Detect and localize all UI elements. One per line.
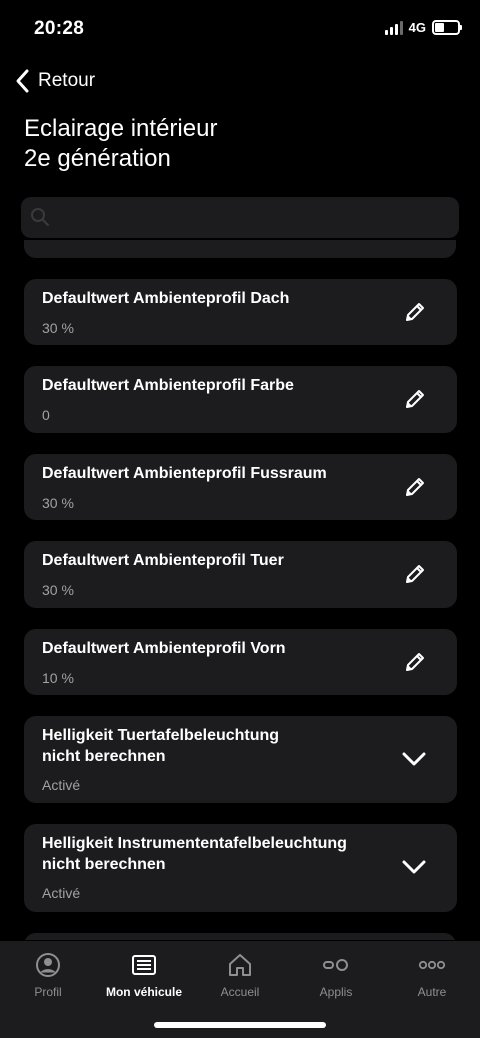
edit-icon[interactable] <box>403 475 427 499</box>
list-item[interactable]: Defaultwert Ambienteprofil Vorn 10 % <box>24 629 457 695</box>
status-indicators: 4G <box>384 20 462 35</box>
item-value: 30 % <box>42 582 74 598</box>
tab-applis[interactable]: Applis <box>288 951 384 999</box>
item-title-line2: nicht berechnen <box>42 748 166 765</box>
edit-icon[interactable] <box>403 300 427 324</box>
profile-icon <box>36 953 60 977</box>
tab-autre[interactable]: Autre <box>384 951 480 999</box>
edit-icon[interactable] <box>403 562 427 586</box>
signal-icon <box>384 20 403 35</box>
list-item[interactable]: Helligkeit Instrumententafelbeleuchtung … <box>24 824 457 912</box>
item-title: Defaultwert Ambienteprofil Vorn <box>42 640 286 657</box>
tab-label: Autre <box>417 985 447 999</box>
edit-icon[interactable] <box>403 387 427 411</box>
list-item[interactable] <box>24 240 456 258</box>
item-value: 10 % <box>42 670 74 686</box>
tab-label: Mon véhicule <box>105 985 182 999</box>
item-title: Helligkeit Instrumententafelbeleuchtung … <box>42 833 387 875</box>
item-value: Activé <box>42 885 81 901</box>
tab-label: Applis <box>319 985 353 999</box>
page-title: Eclairage intérieur 2e génération <box>24 114 444 174</box>
item-title: Defaultwert Ambienteprofil Fussraum <box>42 465 327 482</box>
page-title-line2: 2e génération <box>24 145 171 172</box>
item-title-line1: Helligkeit Instrumententafelbeleuchtung <box>42 835 347 852</box>
search-input[interactable] <box>21 197 459 238</box>
item-title-line1: Helligkeit Tuertafelbeleuchtung <box>42 727 280 744</box>
home-indicator <box>154 1022 326 1028</box>
tab-profil[interactable]: Profil <box>0 951 96 999</box>
battery-icon <box>432 20 462 35</box>
vehicle-list-icon <box>132 955 156 975</box>
list-item[interactable]: Defaultwert Ambienteprofil Fussraum 30 % <box>24 454 457 520</box>
chevron-down-icon[interactable] <box>401 857 427 877</box>
item-title: Helligkeit Tuertafelbeleuchtung nicht be… <box>42 725 387 767</box>
item-value: 30 % <box>42 320 74 336</box>
item-title: Defaultwert Ambienteprofil Tuer <box>42 552 284 569</box>
item-value: Activé <box>42 777 81 793</box>
list-item[interactable]: Defaultwert Ambienteprofil Tuer 30 % <box>24 541 457 608</box>
list-item[interactable] <box>24 933 456 940</box>
list-item[interactable]: Defaultwert Ambienteprofil Dach 30 % <box>24 279 457 345</box>
tab-label: Accueil <box>220 985 260 999</box>
chevron-left-icon <box>16 69 29 93</box>
item-value: 30 % <box>42 495 74 511</box>
tab-accueil[interactable]: Accueil <box>192 951 288 999</box>
item-value: 0 <box>42 407 50 423</box>
item-title: Defaultwert Ambienteprofil Dach <box>42 290 290 307</box>
back-button[interactable]: Retour <box>14 68 95 94</box>
settings-list: Defaultwert Ambienteprofil Dach 30 % Def… <box>0 240 480 940</box>
status-time: 20:28 <box>34 18 85 39</box>
network-type: 4G <box>408 20 426 35</box>
more-icon <box>418 960 446 970</box>
list-item[interactable]: Defaultwert Ambienteprofil Farbe 0 <box>24 366 457 433</box>
status-bar: 20:28 4G <box>0 0 480 56</box>
item-title: Defaultwert Ambienteprofil Farbe <box>42 377 294 394</box>
tab-label: Profil <box>34 985 62 999</box>
back-label: Retour <box>38 70 96 91</box>
chevron-down-icon[interactable] <box>401 749 427 769</box>
search-icon <box>31 208 49 226</box>
item-title-line2: nicht berechnen <box>42 856 166 873</box>
page-title-line1: Eclairage intérieur <box>24 115 218 142</box>
apps-toggle-icon <box>323 959 348 971</box>
edit-icon[interactable] <box>403 650 427 674</box>
list-item[interactable]: Helligkeit Tuertafelbeleuchtung nicht be… <box>24 716 457 803</box>
tab-mon-vehicule[interactable]: Mon véhicule <box>96 951 192 999</box>
home-icon <box>229 954 251 976</box>
